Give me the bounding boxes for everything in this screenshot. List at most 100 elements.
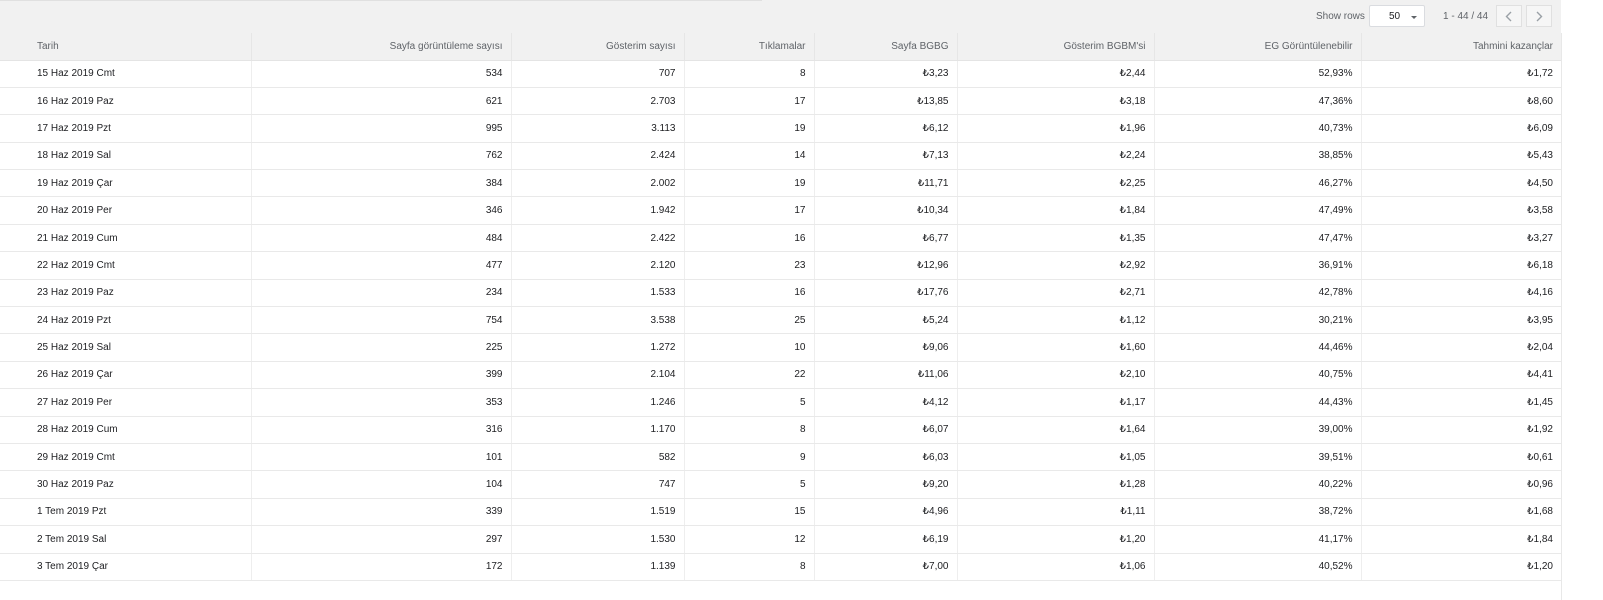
date-cell: 18 Haz 2019 Sal xyxy=(0,142,252,171)
table-cell: ₺6,03 xyxy=(814,443,958,472)
column-header[interactable]: Tarih xyxy=(0,33,252,61)
table-cell: ₺1,20 xyxy=(957,525,1155,554)
table-cell: ₺6,12 xyxy=(814,114,958,143)
table-cell: ₺7,00 xyxy=(814,553,958,581)
table-cell: 40,73% xyxy=(1154,114,1362,143)
table-cell: 2.703 xyxy=(511,87,685,116)
table-cell: 52,93% xyxy=(1154,60,1362,88)
table-cell: 3.538 xyxy=(511,306,685,335)
table-cell: ₺3,18 xyxy=(957,87,1155,116)
table-cell: 477 xyxy=(251,251,512,280)
table-cell: ₺1,84 xyxy=(957,196,1155,225)
table-cell: 1.519 xyxy=(511,498,685,527)
table-row: 17 Haz 2019 Pzt 995 3.113 19 ₺6,12 ₺1,96 40,73… xyxy=(0,114,1561,143)
table-cell: 346 xyxy=(251,196,512,225)
table-row: 26 Haz 2019 Çar 399 2.104 22 ₺11,06 ₺2,10 40,7… xyxy=(0,361,1561,390)
chevron-right-icon xyxy=(1536,11,1543,22)
table-cell: ₺1,60 xyxy=(957,333,1155,362)
date-cell: 29 Haz 2019 Cmt xyxy=(0,443,252,472)
table-cell: 40,22% xyxy=(1154,470,1362,499)
table-cell: ₺2,25 xyxy=(957,169,1155,198)
table-cell: ₺2,24 xyxy=(957,142,1155,171)
table-cell: 30,21% xyxy=(1154,306,1362,335)
table-cell: ₺1,72 xyxy=(1361,60,1561,88)
table-cell: 17 xyxy=(684,87,815,116)
table-cell: ₺3,23 xyxy=(814,60,958,88)
table-cell: ₺1,45 xyxy=(1361,388,1561,417)
table-cell: 582 xyxy=(511,443,685,472)
table-cell: 621 xyxy=(251,87,512,116)
scrollbar-track[interactable] xyxy=(1561,0,1603,600)
table-cell: 40,52% xyxy=(1154,553,1362,581)
table-cell: 2.120 xyxy=(511,251,685,280)
table-cell: 46,27% xyxy=(1154,169,1362,198)
date-cell: 3 Tem 2019 Çar xyxy=(0,553,252,581)
column-header[interactable]: Sayfa görüntüleme sayısı xyxy=(251,33,512,61)
table-cell: 47,47% xyxy=(1154,224,1362,253)
table-cell: ₺6,19 xyxy=(814,525,958,554)
table-cell: 534 xyxy=(251,60,512,88)
table-cell: 707 xyxy=(511,60,685,88)
chevron-left-icon xyxy=(1505,11,1512,22)
table-cell: ₺1,64 xyxy=(957,416,1155,444)
table-cell: 995 xyxy=(251,114,512,143)
table-cell: 38,72% xyxy=(1154,498,1362,527)
previous-page-button[interactable] xyxy=(1496,5,1522,27)
table-cell: ₺3,95 xyxy=(1361,306,1561,335)
table-cell: ₺1,28 xyxy=(957,470,1155,499)
column-header[interactable]: Tıklamalar xyxy=(684,33,815,61)
table-cell: ₺5,24 xyxy=(814,306,958,335)
table-row: 20 Haz 2019 Per 346 1.942 17 ₺10,34 ₺1,84 47,4… xyxy=(0,196,1561,225)
next-page-button[interactable] xyxy=(1526,5,1552,27)
table-cell: 3.113 xyxy=(511,114,685,143)
date-cell: 30 Haz 2019 Paz xyxy=(0,470,252,499)
table-row: 19 Haz 2019 Çar 384 2.002 19 ₺11,71 ₺2,25 46,2… xyxy=(0,169,1561,198)
table-cell: 17 xyxy=(684,196,815,225)
page-range-label: 1 - 44 / 44 xyxy=(1443,11,1489,22)
date-cell: 17 Haz 2019 Pzt xyxy=(0,114,252,143)
table-row: 27 Haz 2019 Per 353 1.246 5 ₺4,12 ₺1,17 44,43%… xyxy=(0,388,1561,417)
toolbar-top-edge xyxy=(0,0,762,1)
table-cell: 8 xyxy=(684,553,815,581)
table-row: 22 Haz 2019 Cmt 477 2.120 23 ₺12,96 ₺2,92 36,9… xyxy=(0,251,1561,280)
table-cell: 316 xyxy=(251,416,512,444)
table-cell: 36,91% xyxy=(1154,251,1362,280)
table-cell: ₺2,71 xyxy=(957,279,1155,308)
table-cell: 39,00% xyxy=(1154,416,1362,444)
table-cell: ₺1,92 xyxy=(1361,416,1561,444)
table-row: 21 Haz 2019 Cum 484 2.422 16 ₺6,77 ₺1,35 47,47… xyxy=(0,224,1561,253)
table-cell: 47,36% xyxy=(1154,87,1362,116)
table-cell: ₺4,41 xyxy=(1361,361,1561,390)
table-cell: ₺12,96 xyxy=(814,251,958,280)
table-cell: 38,85% xyxy=(1154,142,1362,171)
table-cell: 1.530 xyxy=(511,525,685,554)
table-cell: 44,43% xyxy=(1154,388,1362,417)
date-cell: 24 Haz 2019 Pzt xyxy=(0,306,252,335)
table-cell: ₺1,35 xyxy=(957,224,1155,253)
dropdown-caret-icon xyxy=(1411,16,1417,19)
table-cell: 1.139 xyxy=(511,553,685,581)
table-cell: ₺10,34 xyxy=(814,196,958,225)
table-row: 2 Tem 2019 Sal 297 1.530 12 ₺6,19 ₺1,20 41,17%… xyxy=(0,525,1561,554)
column-header[interactable]: EG Görüntülenebilir xyxy=(1154,33,1362,61)
table-cell: 41,17% xyxy=(1154,525,1362,554)
column-header[interactable]: Tahmini kazançlar xyxy=(1361,33,1561,61)
table-cell: ₺13,85 xyxy=(814,87,958,116)
column-header[interactable]: Gösterim BGBM'si xyxy=(957,33,1155,61)
table-cell: 1.170 xyxy=(511,416,685,444)
table-row: 23 Haz 2019 Paz 234 1.533 16 ₺17,76 ₺2,71 42,7… xyxy=(0,279,1561,308)
table-cell: ₺9,20 xyxy=(814,470,958,499)
date-cell: 21 Haz 2019 Cum xyxy=(0,224,252,253)
table-cell: 44,46% xyxy=(1154,333,1362,362)
column-header[interactable]: Gösterim sayısı xyxy=(511,33,685,61)
date-cell: 26 Haz 2019 Çar xyxy=(0,361,252,390)
table-row: 29 Haz 2019 Cmt 101 582 9 ₺6,03 ₺1,05 39,51% ₺0… xyxy=(0,443,1561,472)
column-header[interactable]: Sayfa BGBG xyxy=(814,33,958,61)
table-cell: ₺4,96 xyxy=(814,498,958,527)
table-cell: ₺2,10 xyxy=(957,361,1155,390)
date-cell: 28 Haz 2019 Cum xyxy=(0,416,252,444)
table-cell: ₺2,44 xyxy=(957,60,1155,88)
table-cell: ₺2,04 xyxy=(1361,333,1561,362)
rows-per-page-select[interactable]: 50 xyxy=(1369,5,1425,27)
table-cell: 22 xyxy=(684,361,815,390)
